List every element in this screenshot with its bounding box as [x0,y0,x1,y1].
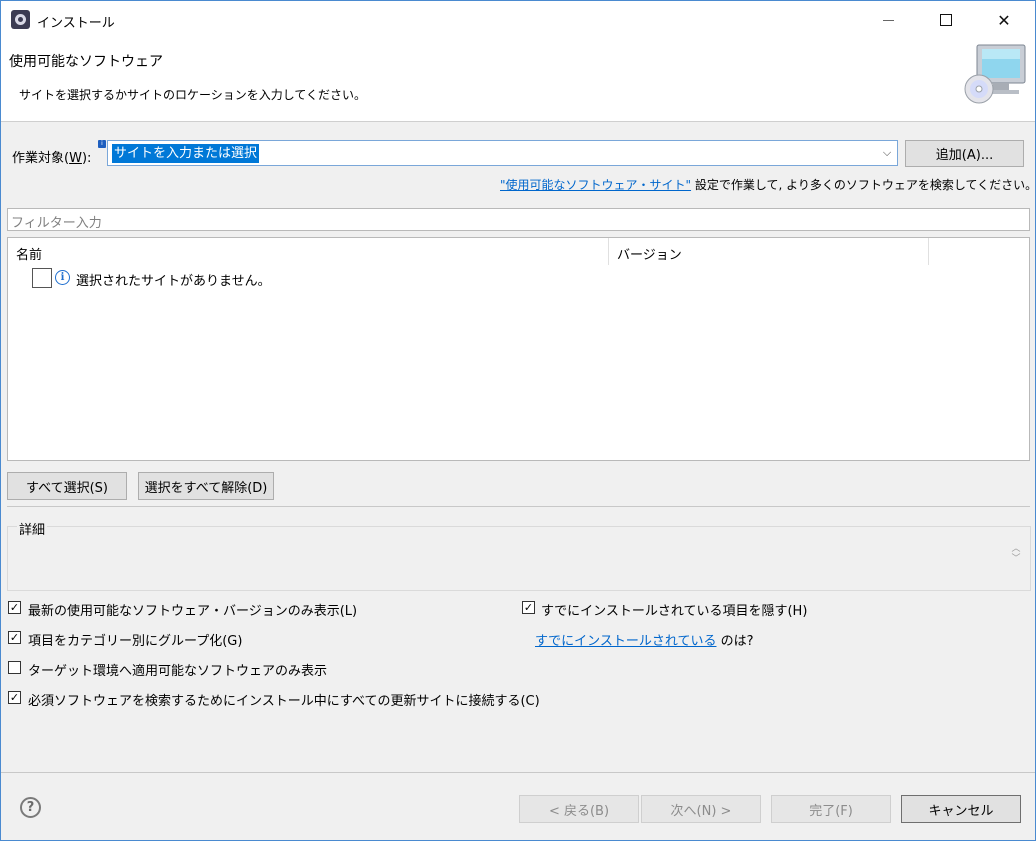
deselect-all-label: 選択をすべて解除(D) [144,480,268,496]
available-sites-note: "使用可能なソフトウェア・サイト" 設定で作業して, より多くのソフトウェアを検… [500,176,1036,193]
info-decoration-icon: i [98,140,106,148]
hide-installed-label[interactable]: すでにインストールされている項目を隠す(H) [541,600,807,619]
wizard-page-description: サイトを選択するかサイトのロケーションを入力してください。 [19,88,367,102]
wizard-page-title: 使用可能なソフトウェア [9,54,163,70]
group-by-category-label[interactable]: 項目をカテゴリー別にグループ化(G) [28,630,242,649]
add-site-button-label: 追加(A)... [935,148,994,163]
details-title: 詳細 [17,519,48,538]
latest-only-checkbox[interactable]: ✓ [8,601,21,614]
minimize-button[interactable] [865,1,911,39]
column-separator[interactable] [928,238,929,265]
latest-only-label[interactable]: 最新の使用可能なソフトウェア・バージョンのみ表示(L) [28,600,357,619]
separator [7,506,1030,507]
already-installed-link[interactable]: すでにインストールされている [535,634,716,649]
title-bar: インストール ✕ [1,1,1035,39]
work-with-combo[interactable]: サイトを入力または選択 ⌵ [107,140,898,166]
maximize-icon [940,14,952,26]
already-installed-note: すでにインストールされている のは? [535,630,754,649]
window-title: インストール [37,16,115,31]
wizard-header: 使用可能なソフトウェア サイトを選択するかサイトのロケーションを入力してください… [1,39,1035,122]
cancel-label: キャンセル [928,803,994,819]
contact-all-sites-label[interactable]: 必須ソフトウェアを検索するためにインストール中にすべての更新サイトに接続する(C… [28,690,540,709]
details-group [7,526,1031,591]
available-sites-note-text: 設定で作業して, より多くのソフトウェアを検索してください。 [691,178,1036,192]
work-with-mnemonic: W [69,151,82,166]
select-all-button[interactable]: すべて選択(S) [7,472,127,500]
chevron-down-icon[interactable]: ⌵ [877,141,897,165]
back-label: < 戻る(B) [548,803,610,819]
target-env-only-checkbox[interactable] [8,661,21,674]
column-header-version[interactable]: バージョン [609,238,929,265]
help-icon[interactable]: ? [20,797,41,818]
maximize-button[interactable] [923,1,969,39]
work-with-label: 作業対象(W): [12,147,91,166]
work-with-input-value[interactable]: サイトを入力または選択 [112,144,260,163]
work-with-label-text: 作業対象( [12,151,70,166]
filter-placeholder: フィルター入力 [11,216,102,231]
available-sites-link[interactable]: "使用可能なソフトウェア・サイト" [500,178,691,192]
column-header-name[interactable]: 名前 [8,238,608,265]
details-scroll-icon[interactable]: ︿ ﹀ [1008,544,1024,572]
hide-installed-checkbox[interactable]: ✓ [522,601,535,614]
next-button[interactable]: 次へ(N) > [641,795,761,823]
deselect-all-button[interactable]: 選択をすべて解除(D) [138,472,274,500]
target-env-only-label[interactable]: ターゲット環境へ適用可能なソフトウェアのみ表示 [28,660,327,679]
minimize-icon [882,19,894,21]
info-icon: i [55,270,70,285]
footer-separator [1,772,1035,773]
filter-input[interactable]: フィルター入力 [7,208,1030,231]
tree-row-checkbox[interactable] [32,268,52,288]
add-site-button[interactable]: 追加(A)... [905,140,1024,167]
software-tree[interactable]: 名前 バージョン i 選択されたサイトがありません。 [7,237,1030,461]
work-with-label-end: ): [81,151,92,166]
eclipse-icon [11,10,30,29]
tree-row[interactable]: i 選択されたサイトがありません。 [8,266,1029,290]
contact-all-sites-checkbox[interactable]: ✓ [8,691,21,704]
back-button[interactable]: < 戻る(B) [519,795,639,823]
group-by-category-checkbox[interactable]: ✓ [8,631,21,644]
install-dialog: インストール ✕ 使用可能なソフトウェア サイトを選択するかサイトのロケーション… [0,0,1036,841]
close-button[interactable]: ✕ [981,1,1027,39]
close-icon: ✕ [997,10,1011,30]
tree-row-label: 選択されたサイトがありません。 [76,274,271,289]
cancel-button[interactable]: キャンセル [901,795,1021,823]
select-all-label: すべて選択(S) [26,480,108,496]
finish-button[interactable]: 完了(F) [771,795,891,823]
finish-label: 完了(F) [809,803,853,819]
already-installed-suffix: のは? [716,634,754,649]
computer-install-icon [964,44,1026,104]
next-label: 次へ(N) > [670,803,732,819]
